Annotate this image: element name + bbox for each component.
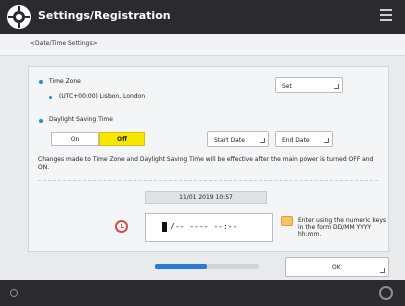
dst-on-button[interactable]: On (51, 132, 99, 146)
datetime-input[interactable]: /-- ---- --:-- (145, 213, 273, 242)
timezone-label: Time Zone (49, 78, 81, 85)
progress-bar (155, 264, 259, 269)
timezone-value: (UTC+00:00) Lisbon, London (59, 93, 146, 100)
entry-help-text: Enter using the numeric keys in the form… (298, 217, 386, 238)
divider (38, 180, 378, 181)
start-date-label: Start Date (214, 137, 245, 144)
info-note: Changes made to Time Zone and Daylight S… (38, 156, 374, 171)
bullet-icon (39, 80, 43, 84)
ok-button[interactable]: OK (285, 257, 389, 277)
bullet-icon (49, 96, 52, 99)
page-title: Settings/Registration (38, 9, 171, 22)
breadcrumb-bar: <Date/Time Settings> (0, 34, 405, 56)
breadcrumb: <Date/Time Settings> (30, 40, 98, 47)
bottom-bar (0, 280, 405, 306)
clock-icon (115, 220, 128, 233)
corner-arrow-icon (380, 268, 385, 273)
corner-arrow-icon (324, 138, 329, 143)
set-button-label: Set (282, 83, 292, 90)
end-date-label: End Date (282, 137, 310, 144)
start-date-button[interactable]: Start Date (207, 131, 269, 147)
ok-label: OK (332, 264, 341, 271)
progress-fill (155, 264, 207, 269)
corner-arrow-icon (334, 84, 339, 89)
corner-arrow-icon (260, 138, 265, 143)
current-datetime: 11/01 2019 10:57 (145, 191, 267, 204)
menu-icon[interactable] (375, 6, 397, 28)
top-bar: Settings/Registration (0, 0, 405, 34)
settings-icon (7, 5, 31, 29)
datetime-input-mask: /-- ---- --:-- (170, 222, 238, 231)
status-icon[interactable] (10, 289, 18, 297)
end-date-button[interactable]: End Date (275, 131, 333, 147)
numeric-keys-icon (281, 216, 293, 226)
home-icon[interactable] (379, 286, 393, 300)
set-timezone-button[interactable]: Set (275, 77, 343, 93)
dst-off-button[interactable]: Off (99, 132, 145, 146)
text-cursor (162, 222, 167, 232)
dst-label: Daylight Saving Time (49, 116, 113, 123)
bullet-icon (39, 119, 43, 123)
